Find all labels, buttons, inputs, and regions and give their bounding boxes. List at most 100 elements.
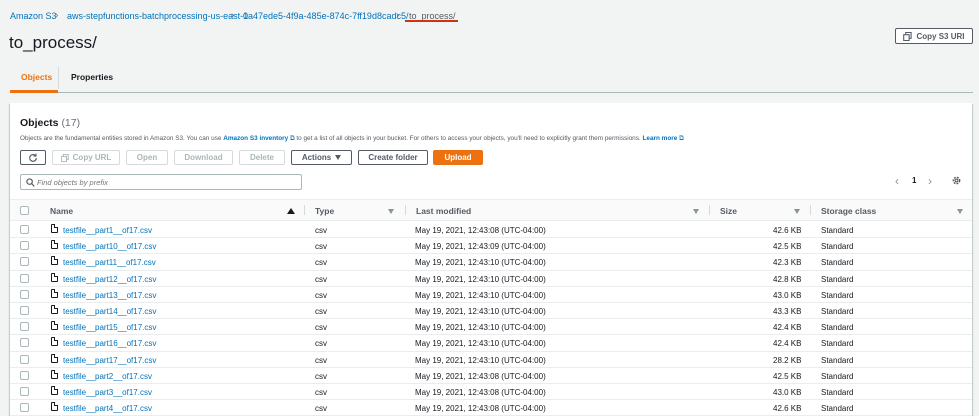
open-button[interactable]: Open — [126, 150, 168, 165]
objects-count: (17) — [61, 117, 81, 129]
file-icon — [51, 288, 58, 298]
gear-icon[interactable] — [951, 175, 962, 186]
actions-dropdown-button[interactable]: Actions — [291, 150, 352, 165]
object-last-modified: May 19, 2021, 12:43:10 (UTC-04:00) — [415, 290, 546, 300]
column-header-last-modified[interactable]: Last modified — [416, 206, 471, 216]
sort-ascending-icon[interactable] — [287, 208, 295, 214]
row-checkbox[interactable] — [20, 273, 29, 283]
tab-objects[interactable]: Objects — [21, 72, 52, 82]
object-name-link[interactable]: testfile__part17__of17.csv — [63, 356, 156, 365]
file-icon — [51, 353, 58, 363]
refresh-button[interactable] — [20, 150, 46, 165]
objects-description: Objects are the fundamental entities sto… — [20, 135, 684, 143]
table-row[interactable]: testfile__part16__of17.csv csv May 19, 202… — [10, 335, 972, 352]
search-box — [20, 174, 302, 190]
copy-url-button[interactable]: Copy URL — [52, 150, 120, 165]
delete-button[interactable]: Delete — [239, 150, 285, 165]
breadcrumb-current-underline — [405, 20, 458, 22]
row-checkbox[interactable] — [20, 225, 29, 234]
table-row[interactable]: testfile__part17__of17.csv csv May 19, 202… — [10, 352, 972, 368]
object-name-link[interactable]: testfile__part3__of17.csv — [63, 388, 152, 397]
table-row[interactable]: testfile__part2__of17.csv csv May 19, 2021… — [10, 368, 972, 384]
refresh-icon — [29, 153, 37, 162]
column-header-name[interactable]: Name — [50, 206, 73, 216]
object-name-link[interactable]: testfile__part2__of17.csv — [63, 372, 152, 381]
object-name-link[interactable]: testfile__part15__of17.csv — [63, 323, 156, 332]
object-size: 42.5 KB — [773, 242, 802, 252]
table-row[interactable]: testfile__part4__of17.csv csv May 19, 2021… — [10, 400, 972, 416]
table-row[interactable]: testfile__part15__of17.csv csv May 19, 202… — [10, 319, 972, 336]
object-storage-class: Standard — [821, 371, 854, 381]
object-name-link[interactable]: testfile__part16__of17.csv — [63, 339, 156, 348]
object-type: csv — [315, 307, 327, 316]
sort-icon[interactable] — [794, 209, 800, 214]
row-checkbox[interactable] — [20, 338, 29, 348]
objects-description-post: to get a list of all objects in your buc… — [296, 135, 641, 142]
current-page-number[interactable]: 1 — [912, 176, 916, 185]
sort-icon[interactable] — [388, 209, 394, 214]
object-last-modified: May 19, 2021, 12:43:10 (UTC-04:00) — [415, 258, 546, 268]
copy-s3-uri-button[interactable]: Copy S3 URI — [895, 28, 973, 44]
external-link-icon: ⧉ — [290, 135, 295, 142]
object-name-link[interactable]: testfile__part14__of17.csv — [63, 307, 156, 316]
column-divider — [810, 205, 811, 215]
object-last-modified: May 19, 2021, 12:43:08 (UTC-04:00) — [415, 404, 546, 414]
object-storage-class: Standard — [821, 388, 854, 397]
row-checkbox[interactable] — [20, 257, 29, 267]
row-checkbox[interactable] — [20, 370, 29, 380]
search-input[interactable] — [37, 176, 297, 188]
previous-page-icon[interactable]: ‹ — [895, 174, 899, 188]
object-type: csv — [315, 323, 327, 333]
row-checkbox[interactable] — [20, 387, 29, 396]
breadcrumb-item-prefix[interactable]: 0a47ede5-4f9a-485e-874c-7ff19d8cadc5/ — [243, 11, 408, 21]
table-row[interactable]: testfile__part10__of17.csv csv May 19, 202… — [10, 238, 972, 255]
object-storage-class: Standard — [821, 290, 854, 300]
external-link-icon: ⧉ — [679, 135, 684, 142]
row-checkbox[interactable] — [20, 322, 29, 332]
object-last-modified: May 19, 2021, 12:43:10 (UTC-04:00) — [415, 274, 546, 284]
next-page-icon[interactable]: › — [928, 174, 932, 188]
column-header-storage-class[interactable]: Storage class — [821, 206, 876, 216]
download-button[interactable]: Download — [174, 150, 233, 165]
copy-icon — [60, 153, 69, 162]
sort-icon[interactable] — [957, 209, 963, 214]
create-folder-button[interactable]: Create folder — [358, 150, 428, 165]
tab-properties[interactable]: Properties — [71, 72, 113, 82]
amazon-s3-inventory-link[interactable]: Amazon S3 inventory — [223, 135, 288, 142]
object-name-link[interactable]: testfile__part11__of17.csv — [63, 258, 156, 267]
file-icon — [51, 337, 58, 347]
row-checkbox[interactable] — [20, 241, 29, 251]
table-row[interactable]: testfile__part14__of17.csv csv May 19, 202… — [10, 303, 972, 320]
object-type: csv — [315, 258, 327, 268]
table-row[interactable]: testfile__part1__of17.csv csv May 19, 2021… — [10, 222, 972, 239]
object-storage-class: Standard — [821, 258, 854, 268]
object-name-link[interactable]: testfile__part10__of17.csv — [63, 242, 156, 251]
object-name-link[interactable]: testfile__part4__of17.csv — [63, 404, 152, 413]
object-size: 43.0 KB — [773, 290, 802, 300]
sort-icon[interactable] — [693, 209, 699, 214]
column-header-type[interactable]: Type — [315, 206, 334, 216]
table-row[interactable]: testfile__part11__of17.csv csv May 19, 202… — [10, 254, 972, 271]
tab-divider — [58, 67, 59, 89]
row-checkbox[interactable] — [20, 306, 29, 315]
column-header-size[interactable]: Size — [720, 206, 737, 216]
row-checkbox[interactable] — [20, 403, 29, 413]
breadcrumb-item-bucket[interactable]: aws-stepfunctions-batchprocessing-us-eas… — [67, 11, 248, 21]
object-last-modified: May 19, 2021, 12:43:10 (UTC-04:00) — [415, 307, 546, 316]
row-checkbox[interactable] — [20, 354, 29, 364]
objects-description-pre: Objects are the fundamental entities sto… — [20, 135, 222, 142]
object-name-link[interactable]: testfile__part1__of17.csv — [63, 226, 152, 235]
upload-button[interactable]: Upload — [433, 150, 483, 165]
learn-more-link[interactable]: Learn more — [643, 135, 678, 142]
object-size: 42.3 KB — [773, 258, 802, 268]
table-row[interactable]: testfile__part12__of17.csv csv May 19, 202… — [10, 271, 972, 287]
object-type: csv — [315, 388, 327, 397]
object-name-link[interactable]: testfile__part13__of17.csv — [63, 291, 156, 300]
object-name-link[interactable]: testfile__part12__of17.csv — [63, 275, 156, 284]
row-checkbox[interactable] — [20, 289, 29, 299]
select-all-checkbox[interactable] — [20, 206, 29, 215]
object-last-modified: May 19, 2021, 12:43:08 (UTC-04:00) — [415, 226, 546, 235]
breadcrumb-item-amazon-s3[interactable]: Amazon S3 — [10, 11, 57, 21]
table-row[interactable]: testfile__part13__of17.csv csv May 19, 202… — [10, 287, 972, 303]
table-row[interactable]: testfile__part3__of17.csv csv May 19, 2021… — [10, 384, 972, 401]
